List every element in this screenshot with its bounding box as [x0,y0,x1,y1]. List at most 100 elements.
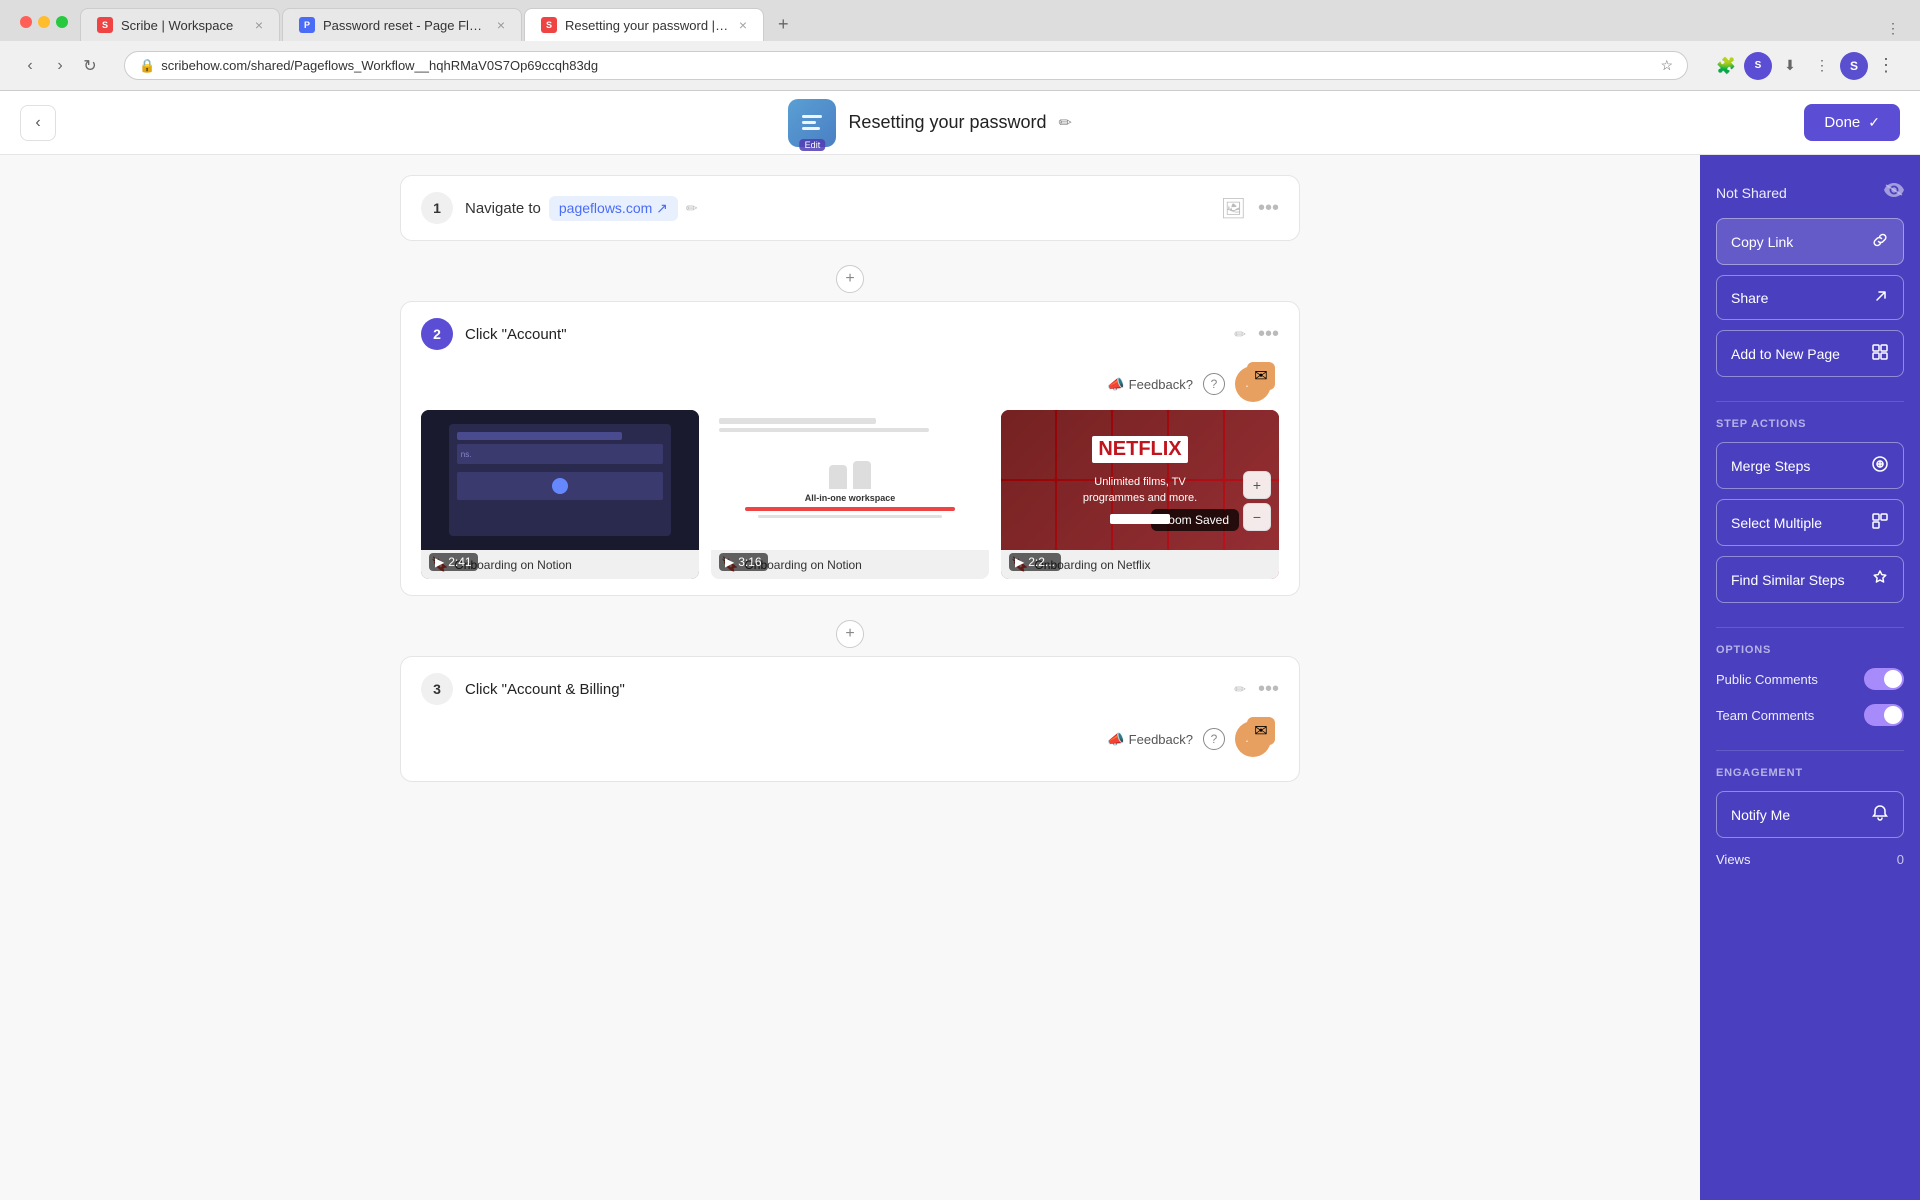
step-actions-title: STEP ACTIONS [1716,418,1904,430]
tab3-favicon: S [541,17,557,33]
step3-number: 3 [421,673,453,705]
select-multiple-button[interactable]: Select Multiple [1716,499,1904,546]
step2-more-icon[interactable]: ••• [1258,323,1279,346]
user-avatar-group-3: Ac ✉ [1235,721,1271,757]
done-button[interactable]: Done ✓ [1804,104,1900,141]
step2-edit-icon[interactable]: ✏ [1234,326,1246,343]
step-card-2: ⠿ 2 Click "Account" ✏ ••• [400,301,1300,596]
tab1-close-btn[interactable]: × [255,17,263,33]
zoom-in-button[interactable]: + [1243,471,1271,499]
step1-header: 1 Navigate to pageflows.com ↗ ✏ 🖼 ••• [401,176,1299,240]
tab3-title: Resetting your password | Scri... [565,18,731,33]
bookmark-star-icon[interactable]: ☆ [1660,57,1673,74]
tab3-close-btn[interactable]: × [739,17,747,33]
step1-more-icon[interactable]: ••• [1258,197,1279,220]
add-step-between-1-2[interactable]: + [400,257,1300,301]
right-sidebar: Not Shared Copy Link [1700,155,1920,1200]
user-profile-btn[interactable]: S [1840,52,1868,80]
window-maximize-control[interactable] [56,16,68,28]
video-card-1[interactable]: ns. ▶ 2:41 [421,410,699,579]
options-title: OPTIONS [1716,644,1904,656]
extensions-icon[interactable]: 🧩 [1712,52,1740,80]
scribe-ext-icon[interactable]: S [1744,52,1772,80]
window-minimize-control[interactable] [38,16,50,28]
browser-menu-btn[interactable]: ⋮ [1872,52,1900,80]
add-step-between-2-3[interactable]: + [400,612,1300,656]
app-back-button[interactable]: ‹ [20,105,56,141]
tab2-favicon: P [299,17,315,33]
forward-nav-button[interactable]: › [46,52,74,80]
tab1-title: Scribe | Workspace [121,18,247,33]
find-similar-label: Find Similar Steps [1731,572,1845,588]
zoom-out-button[interactable]: − [1243,503,1271,531]
step1-content-inline: Navigate to pageflows.com ↗ ✏ [465,196,1209,221]
browser-tab-3[interactable]: S Resetting your password | Scri... × [524,8,764,41]
not-shared-row: Not Shared [1716,175,1904,210]
lock-icon: 🔒 [139,58,155,74]
share-button[interactable]: Share [1716,275,1904,320]
header-center: Edit Resetting your password ✏ [68,99,1792,147]
netflix-slogan: Unlimited films, TVprogrammes and more. [1083,475,1197,506]
video-card-3[interactable]: NETFLIX Unlimited films, TVprogrammes an… [1001,410,1279,579]
refresh-nav-button[interactable]: ↻ [76,52,104,80]
step2-content: 📣 Feedback? ? Ac ✉ [401,366,1299,595]
tab-expand-btn[interactable]: ⋮ [1874,20,1912,41]
address-bar-url[interactable]: scribehow.com/shared/Pageflows_Workflow_… [161,58,1654,73]
notify-me-button[interactable]: Notify Me [1716,791,1904,838]
feedback-bar-3: 📣 Feedback? ? Ac ✉ [421,721,1279,757]
tab2-close-btn[interactable]: × [497,17,505,33]
public-comments-toggle[interactable] [1864,668,1904,690]
downloads-icon[interactable]: ⬇ [1776,52,1804,80]
step2-number: 2 [421,318,453,350]
help-icon-3[interactable]: ? [1203,728,1225,750]
merge-steps-button[interactable]: Merge Steps [1716,442,1904,489]
team-comments-row: Team Comments [1716,704,1904,726]
step-card-3: 3 Click "Account & Billing" ✏ ••• 📣 [400,656,1300,782]
add-step-circle-2[interactable]: + [836,620,864,648]
user-avatar-group-2: Ac ✉ [1235,366,1271,402]
add-step-circle-1[interactable]: + [836,265,864,293]
options-section: OPTIONS Public Comments Team Comments [1716,644,1904,726]
video-overlay-2: ▶ 3:16 [719,553,768,571]
step-actions-section: STEP ACTIONS Merge Steps Select Multiple [1716,418,1904,603]
browser-tab-1[interactable]: S Scribe | Workspace × [80,8,280,41]
notify-bell-icon [1871,804,1889,825]
window-close-control[interactable] [20,16,32,28]
title-edit-icon[interactable]: ✏ [1059,113,1072,133]
back-nav-button[interactable]: ‹ [16,52,44,80]
play-icon-1: ▶ [435,555,444,569]
add-step-icon-1: + [845,270,854,288]
team-comments-toggle[interactable] [1864,704,1904,726]
find-similar-icon [1871,569,1889,590]
find-similar-steps-button[interactable]: Find Similar Steps [1716,556,1904,603]
share-icon [1873,288,1889,307]
new-tab-button[interactable]: + [766,8,801,41]
browser-tab-2[interactable]: P Password reset - Page Flows × [282,8,522,41]
video-overlay-1: ▶ 2:41 [429,553,478,571]
step3-title: Click "Account & Billing" [465,681,1214,698]
feedback-text-3: 📣 Feedback? [1107,731,1193,748]
add-to-new-page-label: Add to New Page [1731,346,1840,362]
notify-me-label: Notify Me [1731,807,1790,823]
tab2-title: Password reset - Page Flows [323,18,489,33]
views-row: Views 0 [1716,852,1904,867]
merge-steps-icon [1871,455,1889,476]
copy-link-button[interactable]: Copy Link [1716,218,1904,265]
feedback-text-2: 📣 Feedback? [1107,376,1193,393]
step3-edit-icon[interactable]: ✏ [1234,681,1246,698]
step1-media-icon[interactable]: 🖼 [1221,196,1246,221]
select-multiple-label: Select Multiple [1731,515,1822,531]
more-tools-icon[interactable]: ⋮ [1808,52,1836,80]
video-card-2[interactable]: All-in-one workspace ▶ 3:16 [711,410,989,579]
step3-more-icon[interactable]: ••• [1258,678,1279,701]
video-overlay-3: ▶ 2:2... [1009,553,1061,571]
pageflows-link[interactable]: pageflows.com ↗ [549,196,678,221]
step3-content: 📣 Feedback? ? Ac ✉ [401,721,1299,781]
step3-header: 3 Click "Account & Billing" ✏ ••• [401,657,1299,721]
add-to-new-page-button[interactable]: Add to New Page [1716,330,1904,377]
add-step-icon-2: + [845,625,854,643]
step1-actions: 🖼 ••• [1221,196,1279,221]
video-grid-2: ns. ▶ 2:41 [421,410,1279,579]
step1-edit-icon[interactable]: ✏ [686,200,698,217]
help-icon-2[interactable]: ? [1203,373,1225,395]
